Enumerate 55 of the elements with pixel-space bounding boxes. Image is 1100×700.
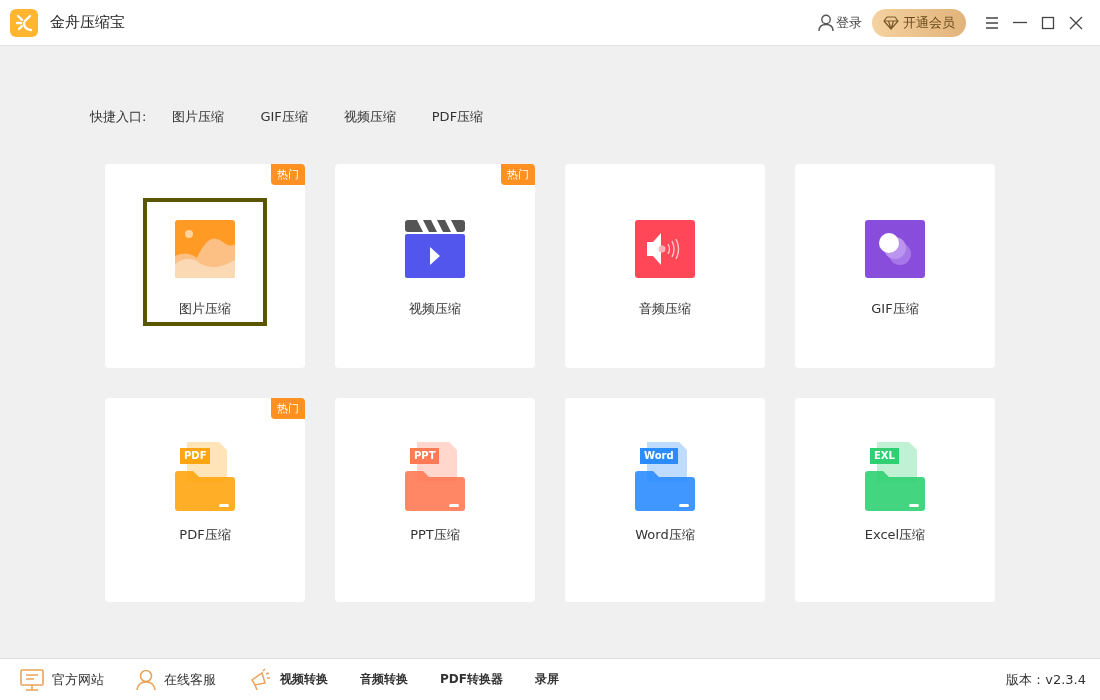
window-title: 金舟压缩宝: [50, 13, 125, 32]
close-icon: [1068, 14, 1084, 31]
file-type-label: PDF: [180, 448, 211, 464]
footer-link[interactable]: 录屏: [534, 671, 559, 688]
app-logo-icon: [10, 8, 38, 37]
tool-card[interactable]: PPT PPT压缩: [335, 398, 535, 602]
image-icon: [175, 220, 235, 278]
folder-drawing: [865, 442, 925, 512]
footer-link[interactable]: PDF转换器: [440, 671, 503, 688]
quick-access-label: 快捷入口:: [90, 108, 147, 126]
card-label: Word压缩: [635, 526, 695, 544]
bubbles-icon: [865, 220, 925, 278]
tool-card[interactable]: Word Word压缩: [565, 398, 765, 602]
monitor-icon: [20, 668, 44, 691]
footer-link[interactable]: 视频转换: [280, 671, 328, 688]
diamond-icon: [883, 15, 899, 30]
speaker-icon: [635, 220, 695, 278]
tool-card[interactable]: 热门 视频压缩: [335, 164, 535, 368]
file-type-label: Word: [640, 448, 678, 464]
quick-link[interactable]: GIF压缩: [260, 108, 308, 126]
card-label: 图片压缩: [179, 300, 231, 318]
video-clapper-icon: [405, 220, 465, 278]
login-button[interactable]: 登录: [818, 13, 862, 32]
tool-card[interactable]: EXL Excel压缩: [795, 398, 995, 602]
card-label: 音频压缩: [639, 300, 691, 318]
quick-link[interactable]: 视频压缩: [343, 108, 396, 126]
menu-icon: [984, 14, 1000, 31]
footer-link[interactable]: 官方网站: [52, 670, 104, 689]
file-type-label: PPT: [410, 448, 440, 464]
tool-card[interactable]: 音频压缩: [565, 164, 765, 368]
user-icon: [818, 13, 834, 32]
maximize-icon: [1040, 14, 1056, 31]
tool-card[interactable]: GIF压缩: [795, 164, 995, 368]
quick-link[interactable]: PDF压缩: [431, 108, 484, 126]
card-label: Excel压缩: [864, 526, 926, 544]
hot-badge: 热门: [271, 164, 305, 185]
card-label: 视频压缩: [409, 300, 461, 318]
footer-link[interactable]: 音频转换: [360, 671, 408, 688]
vip-button[interactable]: 开通会员: [872, 8, 966, 37]
card-label: PDF压缩: [179, 526, 231, 544]
version-label: 版本：v2.3.4: [1006, 670, 1086, 689]
megaphone-icon: [248, 667, 272, 692]
folder-drawing: [405, 442, 465, 512]
card-label: PPT压缩: [410, 526, 460, 544]
hot-badge: 热门: [501, 164, 535, 185]
file-type-label: EXL: [870, 448, 899, 464]
tool-card[interactable]: 热门 PDF PDF压缩: [105, 398, 305, 602]
tool-card[interactable]: 热门 图片压缩: [105, 164, 305, 368]
footer-link[interactable]: 在线客服: [164, 670, 216, 689]
hot-badge: 热门: [271, 398, 305, 419]
quick-link[interactable]: 图片压缩: [172, 108, 225, 126]
person-icon: [136, 668, 156, 691]
card-label: GIF压缩: [871, 300, 919, 318]
folder-drawing: [175, 442, 235, 512]
minimize-icon: [1013, 21, 1027, 24]
